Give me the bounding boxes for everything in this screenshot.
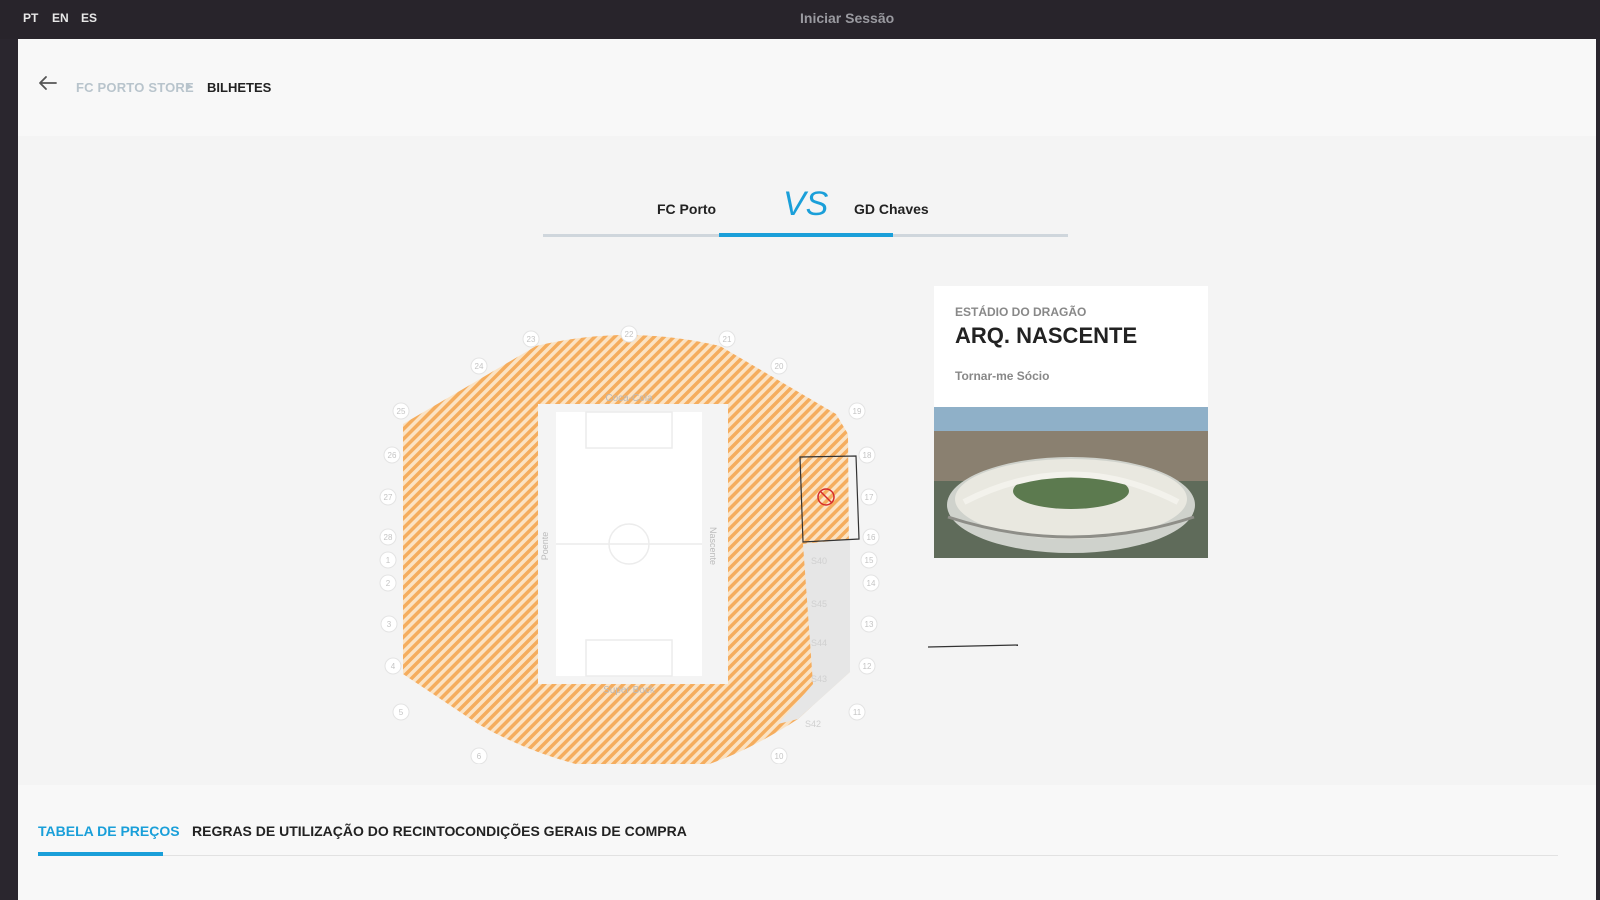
- gate-number-label: 12: [863, 662, 872, 671]
- gate-number-label: 25: [397, 407, 406, 416]
- tab-purchase-conditions[interactable]: CONDIÇÕES GERAIS DE COMPRA: [455, 823, 687, 839]
- stadium-photo-icon: [934, 407, 1208, 558]
- tabs-underline: [38, 855, 1558, 856]
- section-label: S40: [811, 556, 827, 566]
- match-underline-active: [719, 233, 893, 237]
- sponsor-south: Super Bock: [603, 685, 656, 696]
- gate-number-label: 20: [775, 362, 784, 371]
- gate-number: 26: [383, 446, 401, 464]
- gate-number-label: 24: [475, 362, 484, 371]
- venue-subtitle: ESTÁDIO DO DRAGÃO: [955, 305, 1087, 319]
- gate-number: 23: [522, 330, 540, 348]
- page: FC PORTO STORE ▶ BILHETES FC Porto VS GD…: [18, 39, 1596, 900]
- gate-number: 6: [470, 747, 488, 764]
- gate-number-label: 26: [388, 451, 397, 460]
- gate-number: 12: [858, 657, 876, 675]
- gate-number: 10: [770, 747, 788, 764]
- gate-number: 22: [620, 325, 638, 343]
- section-label: S44: [811, 638, 827, 648]
- top-bar: PT EN ES Iniciar Sessão: [0, 0, 1600, 39]
- gate-number: 16: [862, 528, 880, 546]
- gate-number-label: 16: [867, 533, 876, 542]
- away-team: GD Chaves: [854, 201, 929, 217]
- stadium-seat-map[interactable]: Coca-Cola Super Bock Poente Nascente S40…: [358, 284, 898, 764]
- gate-number-label: 17: [865, 493, 874, 502]
- tabs-underline-active: [38, 852, 163, 856]
- home-team: FC Porto: [657, 201, 717, 217]
- vs-label: VS: [783, 185, 829, 223]
- gate-number: 4: [384, 657, 402, 675]
- login-link[interactable]: Iniciar Sessão: [800, 10, 894, 26]
- breadcrumb-separator-icon: ▶: [186, 81, 193, 91]
- venue-card: ESTÁDIO DO DRAGÃO ARQ. NASCENTE Tornar-m…: [934, 286, 1208, 558]
- become-member-link[interactable]: Tornar-me Sócio: [955, 369, 1049, 383]
- gate-number: 20: [770, 357, 788, 375]
- info-tabs: TABELA DE PREÇOS REGRAS DE UTILIZAÇÃO DO…: [18, 785, 1596, 900]
- back-arrow-icon[interactable]: [38, 75, 58, 91]
- gate-number-label: 28: [384, 533, 393, 542]
- gate-number: 17: [860, 488, 878, 506]
- gate-number-label: 19: [853, 407, 862, 416]
- language-pt[interactable]: PT: [23, 11, 38, 25]
- gate-number-label: 21: [723, 335, 732, 344]
- tab-venue-rules[interactable]: REGRAS DE UTILIZAÇÃO DO RECINTO: [192, 823, 455, 839]
- section-label: S42: [805, 719, 821, 729]
- stand-east-label: Nascente: [708, 527, 718, 565]
- breadcrumb-store-link[interactable]: FC PORTO STORE: [76, 80, 194, 95]
- gate-number: 14: [862, 574, 880, 592]
- breadcrumb: FC PORTO STORE ▶ BILHETES: [18, 39, 1596, 136]
- gate-number: 21: [718, 330, 736, 348]
- stand-west-label: Poente: [540, 532, 550, 561]
- gate-number: 24: [470, 357, 488, 375]
- breadcrumb-current: BILHETES: [207, 80, 272, 95]
- section-label: S45: [811, 599, 827, 609]
- gate-number-label: 11: [853, 708, 862, 717]
- tab-price-table[interactable]: TABELA DE PREÇOS: [38, 823, 180, 839]
- section-label: S43: [811, 674, 827, 684]
- scribble-line: [927, 644, 1019, 648]
- sponsor-north: Coca-Cola: [605, 393, 653, 404]
- gate-number-label: 13: [865, 620, 874, 629]
- gate-number: 2: [379, 574, 397, 592]
- gate-number: 3: [380, 615, 398, 633]
- gate-number-label: 27: [384, 493, 393, 502]
- gate-number: 5: [392, 703, 410, 721]
- gate-number: 19: [848, 402, 866, 420]
- gate-number-label: 18: [863, 451, 872, 460]
- language-es[interactable]: ES: [81, 11, 97, 25]
- gate-number-label: 14: [867, 579, 876, 588]
- gate-number-label: 15: [865, 556, 874, 565]
- gate-number-label: 6: [477, 752, 482, 761]
- gate-number-label: 5: [399, 708, 404, 717]
- gate-number: 18: [858, 446, 876, 464]
- venue-title: ARQ. NASCENTE: [955, 323, 1138, 348]
- language-en[interactable]: EN: [52, 11, 69, 25]
- gate-number-label: 22: [625, 330, 634, 339]
- gate-number-label: 1: [386, 556, 391, 565]
- gate-number-label: 2: [386, 579, 391, 588]
- gate-number-label: 10: [775, 752, 784, 761]
- gate-number-label: 4: [391, 662, 396, 671]
- gate-number: 1: [379, 551, 397, 569]
- gate-number: 15: [860, 551, 878, 569]
- gate-number: 27: [379, 488, 397, 506]
- gate-number: 11: [848, 703, 866, 721]
- gate-number-label: 3: [387, 620, 392, 629]
- gate-number: 25: [392, 402, 410, 420]
- gate-number-label: 23: [527, 335, 536, 344]
- gate-number: 28: [379, 528, 397, 546]
- gate-number: 13: [860, 615, 878, 633]
